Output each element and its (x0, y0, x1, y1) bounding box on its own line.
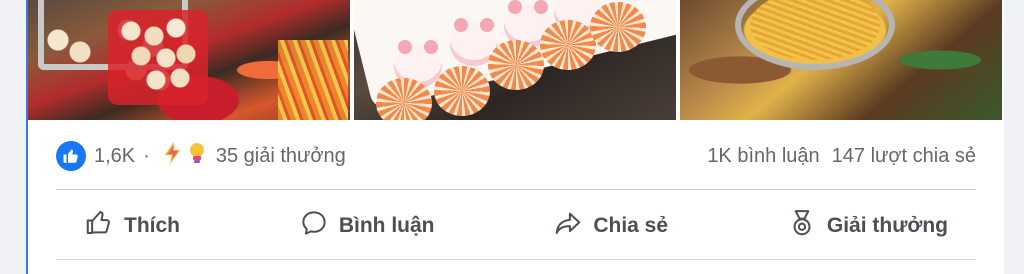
like-button[interactable]: Thích (56, 200, 208, 252)
post-photo-1[interactable] (28, 0, 350, 120)
post-photo-3[interactable] (680, 0, 1002, 120)
award-count[interactable]: 35 giải thưởng (216, 145, 346, 168)
award-label: Giải thưởng (826, 214, 948, 237)
post-action-bar: Thích Bình luận Chia sẻ Giải thưởng (56, 198, 976, 254)
like-label: Thích (124, 214, 180, 237)
post-stats-bar: 1,6K · 35 giải thưởng 1K bình luận 147 l… (56, 133, 976, 179)
comment-label: Bình luận (338, 214, 435, 237)
comment-bubble-icon (299, 208, 329, 244)
lightbulb-icon (186, 141, 208, 171)
medal-icon (787, 208, 817, 244)
post-card: 1,6K · 35 giải thưởng 1K bình luận 147 l… (26, 0, 1004, 274)
lightning-icon (162, 141, 184, 171)
post-photo-grid (28, 0, 1004, 120)
share-label: Chia sẻ (593, 214, 669, 237)
share-arrow-icon (553, 208, 583, 244)
comment-count[interactable]: 1K bình luận (707, 145, 819, 168)
reactions-summary[interactable]: 1,6K · 35 giải thưởng (56, 141, 346, 171)
thumbs-up-icon (56, 141, 86, 171)
reaction-count[interactable]: 1,6K (94, 145, 135, 168)
bottom-divider (56, 259, 976, 260)
divider (56, 189, 976, 190)
stats-separator: · (143, 144, 150, 167)
share-count[interactable]: 147 lượt chia sẻ (832, 145, 976, 168)
comment-button[interactable]: Bình luận (271, 200, 463, 252)
share-button[interactable]: Chia sẻ (525, 200, 696, 252)
thumbs-up-outline-icon (84, 208, 114, 244)
post-photo-2[interactable] (354, 0, 676, 120)
award-button[interactable]: Giải thưởng (759, 200, 976, 252)
